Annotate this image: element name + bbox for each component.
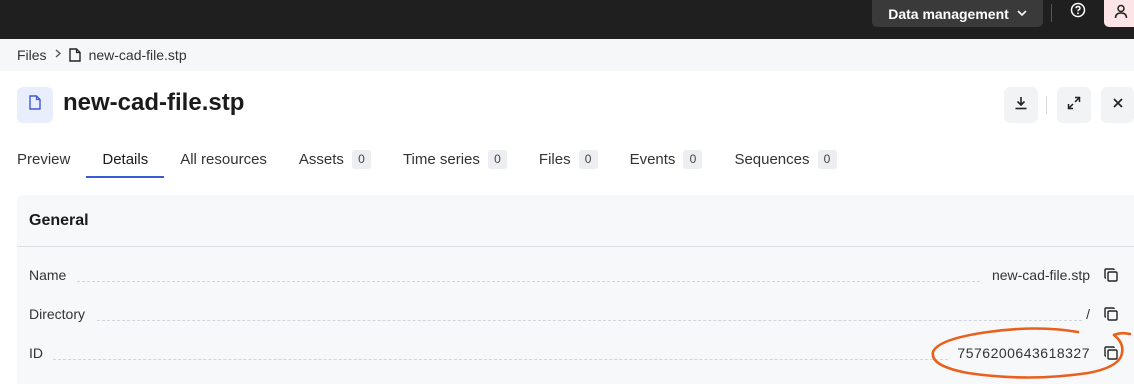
breadcrumb-current: new-cad-file.stp [88,47,187,63]
breadcrumb: Files new-cad-file.stp [0,39,1134,71]
tab-all-resources[interactable]: All resources [180,140,267,178]
detail-value: new-cad-file.stp [991,267,1090,283]
tab-sequences[interactable]: Sequences 0 [734,140,837,178]
download-button[interactable] [1004,87,1038,123]
user-icon [1114,4,1128,24]
detail-label: Directory [29,306,86,322]
copy-icon[interactable] [1103,306,1119,322]
tab-label: Preview [17,151,71,168]
tab-label: Files [538,151,571,168]
expand-button[interactable] [1057,87,1091,123]
tab-count-badge: 0 [487,150,507,169]
data-management-label: Data management [888,5,1009,22]
chevron-down-icon [1017,8,1027,20]
tab-count-badge: 0 [351,150,371,169]
download-icon [1013,95,1029,116]
chevron-right-icon [55,49,61,61]
detail-row-directory: Directory / [29,305,1129,325]
tab-bar: Preview Details All resources Assets 0 T… [17,140,837,180]
tab-label: Details [102,151,149,168]
tab-files[interactable]: Files 0 [539,140,598,178]
file-icon [68,48,81,62]
file-type-badge [17,87,53,123]
close-button[interactable] [1101,87,1134,123]
leader-line [53,359,948,360]
tab-label: Time series [402,151,480,168]
top-bar: Data management [0,0,1134,39]
tab-details[interactable]: Details [86,140,165,178]
leader-line [97,320,1082,321]
help-circle-icon[interactable] [1070,2,1086,18]
detail-label: Name [29,267,67,283]
tab-assets[interactable]: Assets 0 [299,140,371,178]
panel-divider [17,246,1134,247]
annotation-circle [931,327,1132,379]
tab-label: Events [629,151,676,168]
breadcrumb-files-link[interactable]: Files [17,47,47,63]
tab-label: Assets [298,151,344,168]
detail-row-name: Name new-cad-file.stp [29,266,1129,286]
tab-label: Sequences [734,151,810,168]
expand-icon [1067,96,1081,115]
data-management-menu-button[interactable]: Data management [872,0,1043,27]
tab-time-series[interactable]: Time series 0 [403,140,507,178]
user-menu-button[interactable] [1104,0,1134,27]
page-title: new-cad-file.stp [63,89,245,116]
copy-icon[interactable] [1103,267,1119,283]
tab-preview[interactable]: Preview [17,140,70,178]
header-divider [1046,96,1047,114]
detail-value: / [1086,306,1090,322]
detail-label: ID [29,345,43,361]
tab-count-badge: 0 [578,150,598,169]
tab-events[interactable]: Events 0 [630,140,703,178]
topbar-divider [1051,4,1052,22]
document-icon [29,95,41,115]
tab-label: All resources [180,151,267,168]
tab-count-badge: 0 [817,150,837,169]
tab-count-badge: 0 [683,150,703,169]
leader-line [77,281,980,282]
panel-title: General [29,212,89,229]
close-icon [1112,96,1124,114]
